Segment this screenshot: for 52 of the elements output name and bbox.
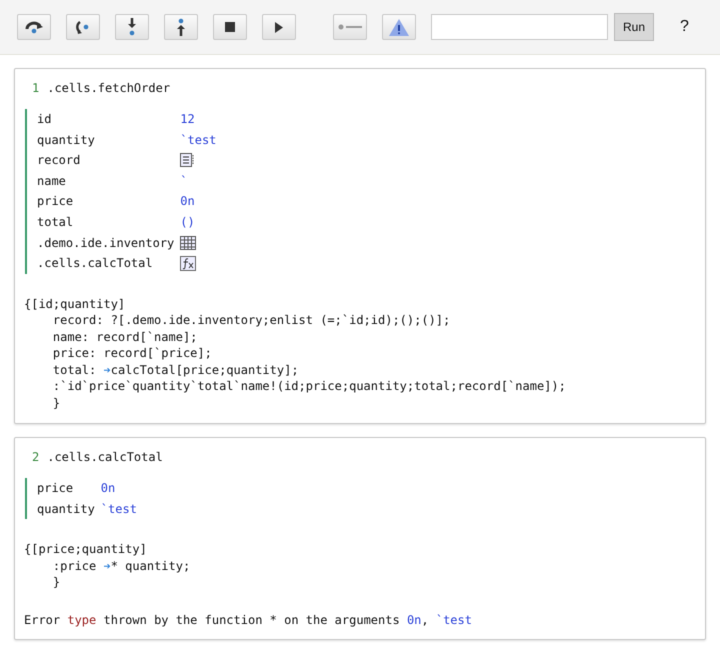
breakpoint-icon bbox=[338, 24, 362, 30]
code-line: {[price;quantity] bbox=[24, 541, 148, 558]
code-line: total: ➔calcTotal[price;quantity]; bbox=[52, 362, 300, 378]
code-line: } bbox=[52, 574, 62, 591]
variable-name: quantity bbox=[37, 500, 95, 518]
breakpoint-button[interactable] bbox=[333, 14, 367, 40]
step-in-button[interactable] bbox=[115, 14, 149, 40]
code-line: record: ?[.demo.ide.inventory;enlist (=;`id;id);();()]; bbox=[52, 312, 452, 329]
variable-name: name bbox=[37, 172, 66, 190]
error-message: Error type thrown by the function * on the arguments 0n, `test bbox=[24, 612, 473, 627]
input-field[interactable] bbox=[431, 14, 608, 40]
variable-value: ` bbox=[180, 172, 188, 190]
step-back-button[interactable] bbox=[66, 14, 100, 40]
variable-value: 0n bbox=[180, 193, 195, 210]
variable-name: price bbox=[37, 480, 74, 498]
variable-value: () bbox=[180, 214, 195, 231]
play-icon bbox=[275, 22, 283, 32]
variable-value: 0n bbox=[100, 480, 116, 498]
code-line: :price ➔* quantity; bbox=[52, 558, 192, 574]
function-icon[interactable] bbox=[180, 256, 196, 271]
cell-title: .cells.fetchOrder bbox=[47, 81, 170, 95]
code-line: } bbox=[52, 394, 62, 412]
variable-value: `test bbox=[180, 132, 216, 149]
step-in-icon bbox=[127, 18, 137, 36]
variable-value: `test bbox=[100, 500, 137, 518]
variable-name: .demo.ide.inventory bbox=[37, 234, 174, 252]
variable-name: total bbox=[37, 214, 74, 231]
step-out-icon bbox=[176, 18, 186, 36]
list-icon[interactable] bbox=[180, 153, 196, 168]
cell-title: .cells.calcTotal bbox=[47, 450, 163, 464]
run-button[interactable]: Run bbox=[614, 13, 654, 41]
code-line: name: record[`name]; bbox=[52, 328, 198, 346]
code-line: {[id;quantity] bbox=[24, 296, 126, 312]
step-out-button[interactable] bbox=[164, 14, 198, 40]
variable-name: .cells.calcTotal bbox=[37, 255, 153, 272]
table-icon[interactable] bbox=[180, 236, 196, 250]
help-link[interactable]: ? bbox=[680, 18, 689, 36]
stop-button[interactable] bbox=[213, 14, 247, 40]
play-button[interactable] bbox=[262, 14, 296, 40]
variable-name: price bbox=[37, 193, 74, 210]
variable-name: record bbox=[37, 152, 80, 170]
warning-icon bbox=[389, 18, 409, 36]
step-over-icon bbox=[24, 20, 44, 34]
variable-name: id bbox=[37, 111, 52, 128]
cell-number: 1 bbox=[32, 81, 40, 95]
stop-icon bbox=[225, 22, 235, 32]
variable-name: quantity bbox=[37, 132, 95, 149]
code-line: :`id`price`quantity`total`name!(id;price;quantity;total;record[`name]); bbox=[52, 378, 567, 395]
step-over-button[interactable] bbox=[17, 14, 51, 40]
cell-number: 2 bbox=[32, 450, 40, 464]
code-line: price: record[`price]; bbox=[52, 345, 213, 362]
variable-value: 12 bbox=[180, 111, 195, 128]
